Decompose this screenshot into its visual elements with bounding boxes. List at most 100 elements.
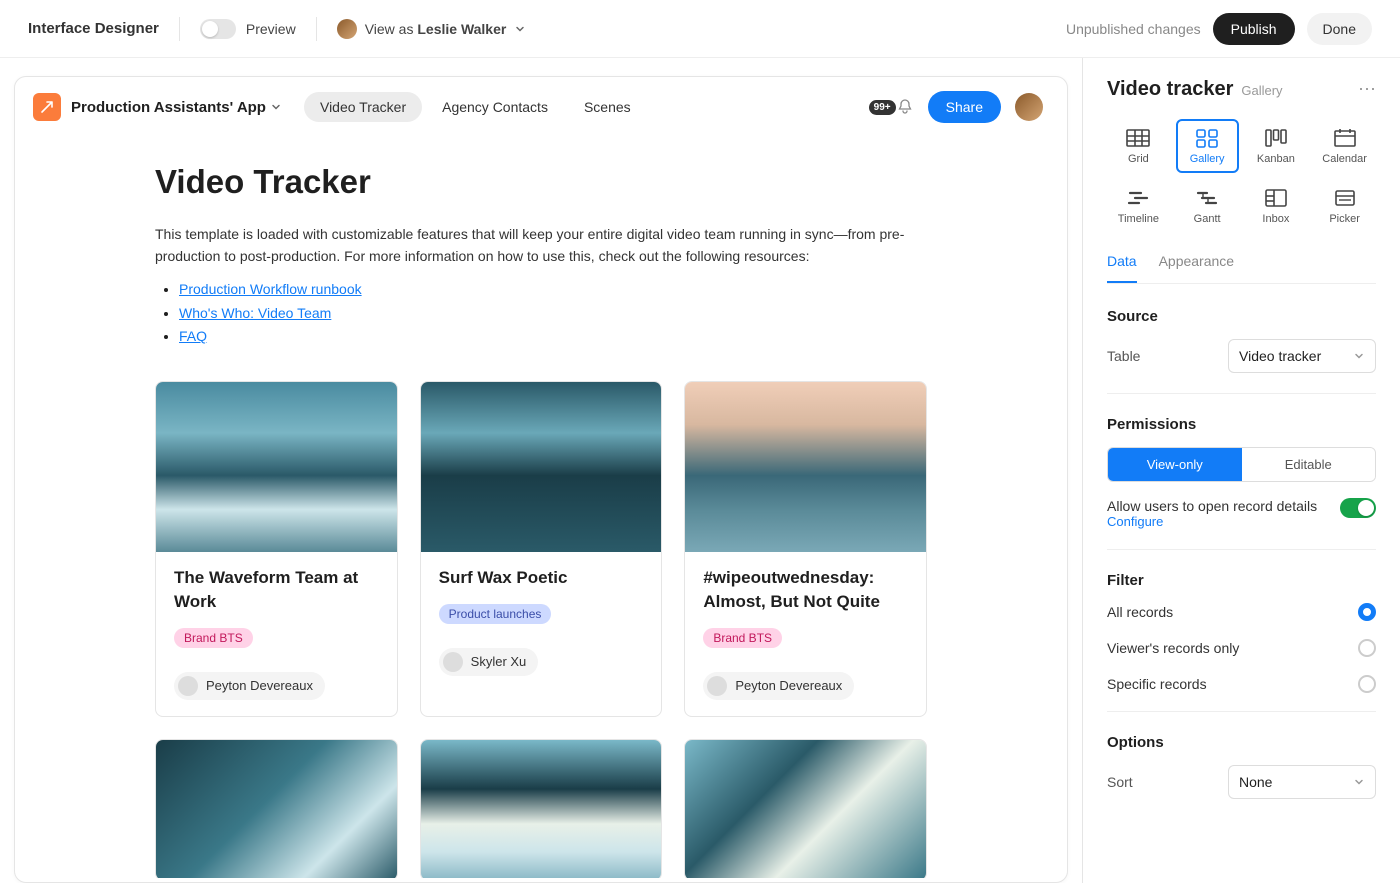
view-as-selector[interactable]: View as Leslie Walker (337, 19, 527, 39)
divider (316, 17, 317, 41)
chevron-down-icon (270, 101, 282, 113)
divider (1107, 549, 1376, 550)
done-button[interactable]: Done (1307, 13, 1372, 45)
preview-toggle[interactable] (200, 19, 236, 39)
sort-select[interactable]: None (1228, 765, 1376, 799)
segment-view-only[interactable]: View-only (1108, 448, 1242, 481)
person-name: Skyler Xu (471, 654, 527, 669)
gallery-card[interactable] (684, 739, 927, 878)
notification-count: 99+ (869, 100, 896, 115)
config-tabs: Data Appearance (1107, 253, 1376, 284)
person-name: Peyton Devereaux (206, 678, 313, 693)
grid-icon (1125, 127, 1151, 149)
divider (1107, 711, 1376, 712)
avatar-icon (707, 676, 727, 696)
resource-link-list: Production Workflow runbook Who's Who: V… (155, 278, 927, 349)
layout-label: Kanban (1257, 153, 1295, 165)
layout-label: Calendar (1322, 153, 1367, 165)
filter-option-label: Viewer's records only (1107, 640, 1239, 656)
card-tag: Brand BTS (703, 628, 782, 648)
card-tag: Product launches (439, 604, 552, 624)
chevron-down-icon (514, 23, 526, 35)
layout-option-kanban[interactable]: Kanban (1245, 119, 1308, 173)
canvas-header-right: 99+ Share (869, 91, 1043, 123)
calendar-icon (1332, 127, 1358, 149)
panel-header: Video tracker Gallery ⋯ (1107, 78, 1376, 101)
top-bar-right: Unpublished changes Publish Done (1066, 13, 1372, 45)
more-menu-icon[interactable]: ⋯ (1358, 80, 1376, 98)
gallery-card[interactable] (420, 739, 663, 878)
avatar-icon (443, 652, 463, 672)
avatar-icon (178, 676, 198, 696)
gallery-card[interactable]: Surf Wax Poetic Product launches Skyler … (420, 381, 663, 717)
person-chip: Peyton Devereaux (174, 672, 325, 700)
layout-option-gallery[interactable]: Gallery (1176, 119, 1239, 173)
person-name: Peyton Devereaux (735, 678, 842, 693)
tab-scenes[interactable]: Scenes (568, 92, 647, 122)
view-as-prefix: View as (365, 21, 418, 37)
layout-option-calendar[interactable]: Calendar (1313, 119, 1376, 173)
card-title: #wipeoutwednesday: Almost, But Not Quite (703, 566, 908, 614)
publish-button[interactable]: Publish (1213, 13, 1295, 45)
tab-data[interactable]: Data (1107, 253, 1137, 283)
card-title: The Waveform Team at Work (174, 566, 379, 614)
tab-video-tracker[interactable]: Video Tracker (304, 92, 422, 122)
card-image (685, 740, 926, 878)
unpublished-changes-label: Unpublished changes (1066, 21, 1201, 37)
radio-button-icon (1358, 603, 1376, 621)
section-permissions-heading: Permissions (1107, 416, 1376, 433)
gallery-card[interactable]: #wipeoutwednesday: Almost, But Not Quite… (684, 381, 927, 717)
source-table-select[interactable]: Video tracker (1228, 339, 1376, 373)
layout-option-grid[interactable]: Grid (1107, 119, 1170, 173)
sort-row: Sort None (1107, 765, 1376, 799)
card-title: Surf Wax Poetic (439, 566, 644, 590)
designer-top-bar: Interface Designer Preview View as Lesli… (0, 0, 1400, 58)
person-chip: Peyton Devereaux (703, 672, 854, 700)
select-value: None (1239, 774, 1272, 790)
filter-option-all-records[interactable]: All records (1107, 603, 1376, 621)
allow-open-record-label: Allow users to open record details (1107, 498, 1317, 514)
app-icon (33, 93, 61, 121)
card-image (421, 382, 662, 552)
source-table-row: Table Video tracker (1107, 339, 1376, 373)
radio-button-icon (1358, 675, 1376, 693)
tab-agency-contacts[interactable]: Agency Contacts (426, 92, 564, 122)
page-tabs: Video Tracker Agency Contacts Scenes (304, 92, 647, 122)
preview-label: Preview (246, 21, 296, 37)
person-chip: Skyler Xu (439, 648, 539, 676)
section-filter-heading: Filter (1107, 572, 1376, 589)
filter-option-label: All records (1107, 604, 1173, 620)
filter-option-viewers-records[interactable]: Viewer's records only (1107, 639, 1376, 657)
gallery-card[interactable]: The Waveform Team at Work Brand BTS Peyt… (155, 381, 398, 717)
segment-editable[interactable]: Editable (1242, 448, 1376, 481)
configure-link[interactable]: Configure (1107, 514, 1317, 529)
chevron-down-icon (1353, 350, 1365, 362)
sort-label: Sort (1107, 774, 1133, 790)
section-options-heading: Options (1107, 734, 1376, 751)
canvas-header: Production Assistants' App Video Tracker… (15, 77, 1067, 133)
app-name-dropdown[interactable]: Production Assistants' App (71, 99, 282, 116)
layout-option-gantt[interactable]: Gantt (1176, 179, 1239, 233)
avatar-icon[interactable] (1015, 93, 1043, 121)
link-production-workflow[interactable]: Production Workflow runbook (179, 281, 362, 297)
allow-open-record-toggle[interactable] (1340, 498, 1376, 518)
layout-option-picker[interactable]: Picker (1313, 179, 1376, 233)
tab-appearance[interactable]: Appearance (1159, 253, 1235, 283)
view-as-name: Leslie Walker (417, 21, 506, 37)
gallery-card[interactable] (155, 739, 398, 878)
card-image (685, 382, 926, 552)
interface-canvas: Production Assistants' App Video Tracker… (14, 76, 1068, 883)
layout-label: Gallery (1190, 153, 1225, 165)
share-button[interactable]: Share (928, 91, 1001, 123)
layout-label: Grid (1128, 153, 1149, 165)
section-source-heading: Source (1107, 308, 1376, 325)
link-faq[interactable]: FAQ (179, 328, 207, 344)
filter-option-specific-records[interactable]: Specific records (1107, 675, 1376, 693)
gantt-icon (1194, 187, 1220, 209)
layout-option-inbox[interactable]: Inbox (1245, 179, 1308, 233)
view-as-text: View as Leslie Walker (365, 21, 507, 37)
panel-subtitle: Gallery (1241, 83, 1282, 98)
link-whos-who[interactable]: Who's Who: Video Team (179, 305, 331, 321)
layout-option-timeline[interactable]: Timeline (1107, 179, 1170, 233)
notifications-button[interactable]: 99+ (869, 98, 914, 116)
